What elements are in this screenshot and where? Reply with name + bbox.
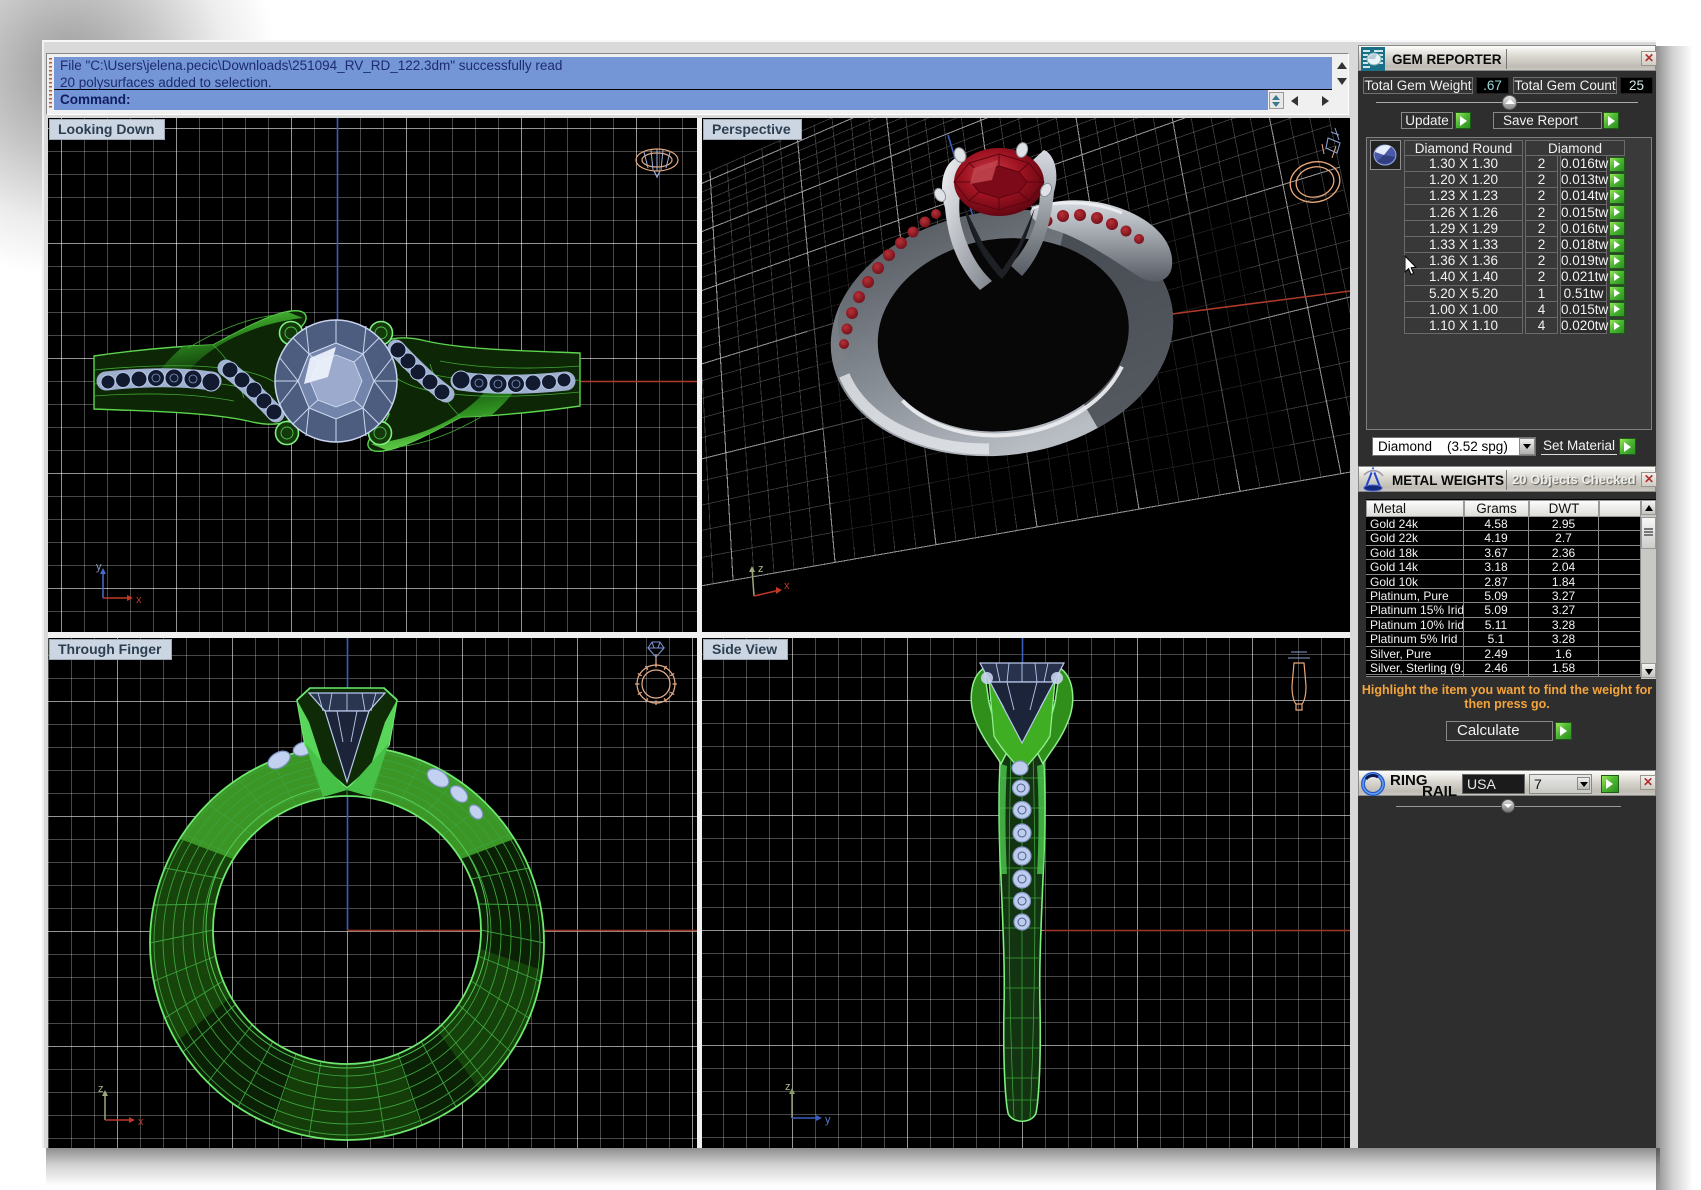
svg-text:y: y [96,561,102,573]
svg-text:z: z [785,1081,791,1093]
svg-text:y: y [825,1114,831,1126]
svg-text:x: x [136,594,142,606]
svg-text:z: z [758,563,764,575]
svg-text:x: x [784,580,790,592]
svg-text:z: z [98,1083,104,1095]
svg-text:x: x [138,1116,144,1128]
